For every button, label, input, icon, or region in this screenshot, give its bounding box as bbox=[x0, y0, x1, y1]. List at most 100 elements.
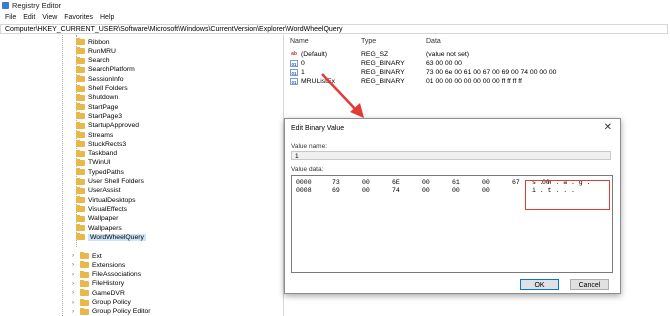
chevron-right-icon[interactable]: › bbox=[72, 272, 78, 278]
hex-byte: 00 bbox=[482, 187, 490, 194]
tree-item-label: Wallpaper bbox=[88, 215, 119, 223]
hex-byte: 6E bbox=[392, 179, 400, 186]
folder-icon bbox=[76, 177, 85, 185]
hex-offset: 0000 bbox=[296, 179, 312, 186]
cancel-button[interactable]: Cancel bbox=[570, 279, 609, 290]
menu-favorites[interactable]: Favorites bbox=[64, 14, 93, 21]
hex-byte: 74 bbox=[392, 187, 400, 194]
tree-item-label: StartupApproved bbox=[88, 122, 140, 130]
folder-icon bbox=[76, 131, 85, 138]
value-data-editor[interactable]: 0000 73 00 6E 00 61 00 67 00 s . n . a . g . 0008 6… bbox=[291, 175, 613, 273]
tree-item-label: StartPage bbox=[88, 103, 119, 111]
chevron-right-icon[interactable]: › bbox=[72, 290, 78, 296]
value-row[interactable]: ab (Default) bbox=[290, 50, 327, 59]
value-data: (value not set) bbox=[426, 51, 470, 58]
menu-bar: File Edit View Favorites Help bbox=[0, 12, 670, 23]
chevron-right-icon[interactable]: › bbox=[72, 262, 78, 268]
tree-item-label: VisualEffects bbox=[88, 205, 128, 213]
tree-item-label: Wallpapers bbox=[88, 224, 122, 232]
menu-file[interactable]: File bbox=[5, 14, 16, 21]
folder-icon bbox=[76, 233, 85, 241]
column-data-header[interactable]: Data bbox=[426, 38, 441, 45]
column-type-header[interactable]: Type bbox=[361, 38, 376, 45]
folder-icon bbox=[80, 270, 89, 278]
tree-item[interactable]: WordWheelQuery bbox=[76, 232, 146, 242]
value-name-field: 1 bbox=[291, 151, 611, 160]
ok-button[interactable]: OK bbox=[520, 279, 559, 290]
title-bar: Registry Editor bbox=[0, 0, 670, 12]
folder-icon bbox=[76, 168, 85, 176]
folder-icon bbox=[76, 224, 85, 231]
tree-item-label: RunMRU bbox=[88, 47, 116, 55]
folder-icon bbox=[76, 158, 85, 166]
folder-icon bbox=[76, 121, 85, 129]
tree-item-label: StartPage3 bbox=[88, 112, 123, 120]
tree-item-label: SessionInfo bbox=[88, 75, 124, 83]
close-icon[interactable]: ✕ bbox=[604, 122, 612, 133]
tree-item-label: Streams bbox=[88, 131, 114, 139]
folder-icon bbox=[80, 252, 89, 259]
ascii-highlight-annotation bbox=[525, 180, 610, 210]
hex-offset: 0008 bbox=[296, 187, 312, 194]
tree-item-label: Group Policy Editor bbox=[92, 308, 151, 316]
folder-icon bbox=[76, 103, 85, 111]
value-type: REG_SZ bbox=[361, 51, 389, 58]
folder-icon bbox=[76, 84, 85, 92]
folder-icon bbox=[80, 261, 89, 269]
hex-byte: 73 bbox=[332, 179, 340, 186]
tree-item-label: User Shell Folders bbox=[88, 178, 144, 185]
value-row[interactable]: 01 1 bbox=[290, 68, 305, 77]
hex-byte: 61 bbox=[452, 179, 460, 186]
string-value-icon: ab bbox=[291, 51, 297, 57]
menu-edit[interactable]: Edit bbox=[23, 14, 35, 21]
folder-icon bbox=[76, 140, 85, 148]
hex-byte: 00 bbox=[362, 187, 370, 194]
key-tree: Ribbon RunMRU Search SearchPlatform SessionI… bbox=[0, 35, 284, 316]
tree-item-label: FileHistory bbox=[92, 280, 125, 288]
tree-item-label: VirtualDesktops bbox=[88, 196, 136, 204]
chevron-right-icon[interactable]: › bbox=[72, 300, 78, 306]
value-type: REG_BINARY bbox=[361, 60, 405, 67]
chevron-right-icon[interactable]: › bbox=[72, 309, 78, 315]
hex-byte: 00 bbox=[482, 179, 490, 186]
tree-item-label: Search bbox=[88, 57, 110, 65]
tree-guide-line bbox=[62, 35, 63, 316]
tree-item-label: Ribbon bbox=[88, 38, 110, 46]
registry-icon bbox=[2, 2, 9, 9]
folder-icon bbox=[76, 196, 85, 204]
folder-icon bbox=[80, 279, 89, 287]
value-name: 0 bbox=[301, 60, 305, 67]
tree-item-label: Group Policy bbox=[92, 299, 131, 306]
binary-value-icon: 01 bbox=[290, 69, 298, 76]
hex-byte: 67 bbox=[512, 179, 520, 186]
hex-byte: 00 bbox=[422, 179, 430, 186]
value-name: 1 bbox=[301, 69, 305, 76]
binary-value-icon: 01 bbox=[290, 78, 298, 85]
value-data: 63 00 00 00 bbox=[426, 60, 462, 67]
window-title: Registry Editor bbox=[12, 1, 62, 10]
value-data: 73 00 6e 00 61 00 67 00 69 00 74 00 00 0… bbox=[426, 69, 557, 76]
menu-help[interactable]: Help bbox=[100, 14, 114, 21]
value-row[interactable]: 01 0 bbox=[290, 59, 305, 68]
tree-item-label: SearchPlatform bbox=[88, 66, 135, 74]
folder-icon bbox=[76, 205, 85, 213]
folder-icon bbox=[80, 307, 89, 315]
folder-icon bbox=[76, 112, 85, 120]
tree-item[interactable]: › Group Policy Editor bbox=[72, 307, 151, 316]
tree-item-label: StuckRects3 bbox=[88, 140, 127, 148]
menu-view[interactable]: View bbox=[42, 14, 57, 21]
chevron-right-icon[interactable]: › bbox=[72, 253, 78, 259]
column-name-header[interactable]: Name bbox=[290, 38, 309, 45]
folder-icon bbox=[80, 298, 89, 306]
tree-item-label: UserAssist bbox=[88, 187, 121, 195]
value-name-label: Value name: bbox=[291, 143, 328, 150]
chevron-right-icon[interactable]: › bbox=[72, 281, 78, 287]
value-data: 01 00 00 00 00 00 00 00 ff ff ff ff bbox=[426, 78, 522, 85]
tree-item-label: Shell Folders bbox=[88, 85, 128, 92]
tree-item-label: Extensions bbox=[92, 261, 126, 269]
folder-icon bbox=[76, 186, 85, 194]
address-bar[interactable]: Computer\HKEY_CURRENT_USER\Software\Micr… bbox=[0, 24, 668, 34]
tree-item-label: FileAssociations bbox=[92, 271, 142, 279]
hex-byte: 00 bbox=[362, 179, 370, 186]
folder-icon bbox=[76, 47, 85, 55]
